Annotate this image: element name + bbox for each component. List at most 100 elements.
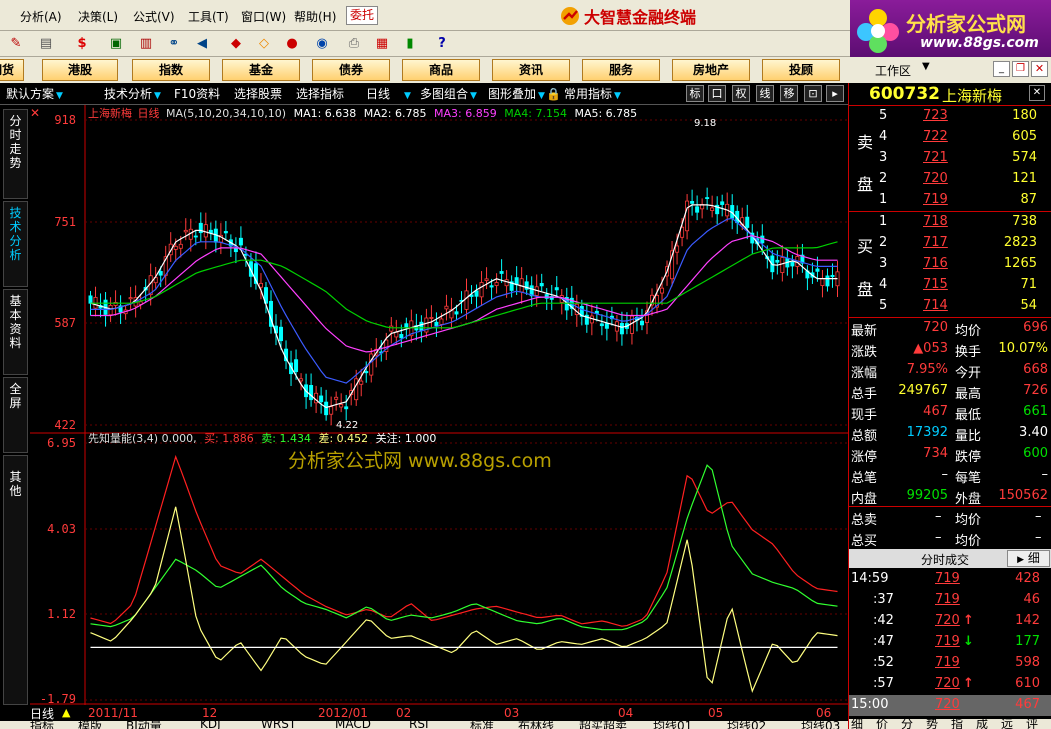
ask-level-row[interactable]: 2 720 121 — [849, 169, 1051, 190]
tick-row[interactable]: :37 719 46 — [849, 590, 1051, 611]
select-stock-button[interactable]: 选择股票 — [234, 85, 282, 103]
indicator-tab[interactable]: 指标 — [30, 721, 54, 729]
indicator-tab[interactable]: 布林线 — [518, 721, 554, 729]
ruler-icon[interactable]: ▤ — [36, 34, 56, 52]
market-tab-news[interactable]: 资讯 — [492, 59, 570, 81]
menu-item-decision[interactable]: 决策(L) — [78, 8, 118, 25]
scheme-default-button[interactable]: 默认方案 ▼ — [6, 85, 63, 103]
period-button[interactable]: 日线 ▼ — [366, 85, 411, 103]
quote-tab[interactable]: 势 — [926, 719, 938, 729]
market-tab-index[interactable]: 指数 — [132, 59, 210, 81]
common-indicator-button[interactable]: 常用指标 ▼ — [564, 85, 621, 103]
menu-item-formula[interactable]: 公式(V) — [133, 8, 175, 25]
overlay-button[interactable]: 图形叠加 ▼ — [488, 85, 545, 103]
help-cursor-icon[interactable]: ? — [432, 34, 452, 52]
quote-tab[interactable]: 评 — [1026, 719, 1038, 729]
play-icon[interactable]: ▸ — [826, 85, 844, 102]
indicator-tab[interactable]: 均线01 — [653, 721, 692, 729]
window-icon[interactable]: ▦ — [372, 34, 392, 52]
quote-tab[interactable]: 分 — [901, 719, 913, 729]
indicator-tab[interactable]: KDJ — [200, 721, 221, 729]
workspace-label[interactable]: 工作区 — [875, 62, 911, 79]
globe-icon[interactable]: ◉ — [312, 34, 332, 52]
quote-tab[interactable]: 远 — [1001, 719, 1013, 729]
bid-level-row[interactable]: 4 715 71 — [849, 275, 1051, 296]
ask-level-row[interactable]: 3 721 574 — [849, 148, 1051, 169]
indicator-tab[interactable]: MACD — [335, 721, 371, 729]
f10-button[interactable]: F10资料 — [174, 85, 220, 103]
tick-row[interactable]: :47 719 ↓ 177 — [849, 632, 1051, 653]
mark-button[interactable]: 标 — [686, 85, 704, 102]
quote-tab[interactable]: 成 — [976, 719, 988, 729]
triangle-up-icon[interactable]: ▲ — [62, 706, 70, 719]
indicator-tab[interactable]: 均线03 — [801, 721, 840, 729]
market-tab-service[interactable]: 服务 — [582, 59, 660, 81]
close-icon[interactable]: ✕ — [1031, 61, 1048, 77]
quote-tab[interactable]: 指 — [951, 719, 963, 729]
money-icon[interactable]: ▣ — [106, 34, 126, 52]
indicator-tab[interactable]: WRST — [261, 721, 296, 729]
market-tab-bond[interactable]: 债券 — [312, 59, 390, 81]
workspace-dropdown-icon[interactable]: ▼ — [922, 61, 930, 72]
menu-item-analysis[interactable]: 分析(A) — [20, 8, 62, 25]
diamond-icon[interactable]: ◇ — [254, 34, 274, 52]
menu-item-tools[interactable]: 工具(T) — [188, 8, 229, 25]
tech-analysis-button[interactable]: 技术分析 ▼ — [104, 85, 161, 103]
dollar-icon[interactable]: $ — [72, 34, 92, 52]
market-tab-advisor[interactable]: 投顾 — [762, 59, 840, 81]
multi-chart-button[interactable]: 多图组合 ▼ — [420, 85, 477, 103]
chart-close-icon[interactable]: ✕ — [30, 106, 40, 120]
ticks-detail-button[interactable]: ▶ 细 — [1007, 550, 1050, 567]
tick-row[interactable]: :52 719 598 — [849, 653, 1051, 674]
indicator-tab[interactable]: 超买超卖 — [579, 721, 627, 729]
tick-row[interactable]: :57 720 ↑ 610 — [849, 674, 1051, 695]
market-tab-hk[interactable]: 港股 — [42, 59, 118, 81]
quote-tab[interactable]: 细 — [851, 719, 863, 729]
side-tab-technical[interactable]: 技术分析 — [3, 201, 28, 287]
lips-icon[interactable]: ● — [282, 34, 302, 52]
market-tab-commodity[interactable]: 商品 — [402, 59, 480, 81]
alert-icon[interactable]: ◆ — [226, 34, 246, 52]
bid-level-row[interactable]: 2 717 2823 — [849, 233, 1051, 254]
tick-row[interactable]: :42 720 ↑ 142 — [849, 611, 1051, 632]
select-indicator-button[interactable]: 选择指标 — [296, 85, 344, 103]
indicator-tab[interactable]: 均线02 — [727, 721, 766, 729]
restore-icon[interactable]: ❐ — [1012, 61, 1029, 77]
side-tab-fundamental[interactable]: 基本资料 — [3, 289, 28, 375]
menu-item-window[interactable]: 窗口(W) — [241, 8, 286, 25]
panel-close-icon[interactable]: ✕ — [1029, 85, 1045, 101]
menu-item-help[interactable]: 帮助(H) — [294, 8, 336, 25]
quote-tab[interactable]: 价 — [876, 719, 888, 729]
side-tab-intraday[interactable]: 分时走势 — [3, 109, 28, 199]
line-button[interactable]: 线 — [756, 85, 774, 102]
box-button[interactable]: 口 — [708, 85, 726, 102]
bid-level-row[interactable]: 5 714 54 — [849, 296, 1051, 317]
rights-button[interactable]: 权 — [732, 85, 750, 102]
market-tab-fund[interactable]: 基金 — [222, 59, 300, 81]
indicator-tab[interactable]: BJ动量 — [126, 721, 162, 729]
bid-level-row[interactable]: 3 716 1265 — [849, 254, 1051, 275]
entrust-button[interactable]: 委托 — [346, 6, 379, 25]
binoculars-icon[interactable]: ⚭ — [164, 34, 184, 52]
zoom-icon[interactable]: ⊡ — [804, 85, 822, 102]
market-tab-realestate[interactable]: 房地产 — [672, 59, 750, 81]
lock-icon[interactable]: 🔒 — [546, 85, 561, 103]
ask-level-row[interactable]: 5 723 180 — [849, 106, 1051, 127]
move-button[interactable]: 移 — [780, 85, 798, 102]
indicator-tab[interactable]: RSI — [409, 721, 429, 729]
bid-level-row[interactable]: 1 718 738 — [849, 212, 1051, 233]
stock-chart[interactable]: 918 751 587 422 6.95 4.03 1.12 -1.79 ✕ 上… — [30, 105, 848, 705]
side-tab-fullscreen[interactable]: 全屏 — [3, 377, 28, 453]
pen-icon[interactable]: ✎ — [6, 34, 26, 52]
side-tab-other[interactable]: 其他 — [3, 455, 28, 705]
bar-chart-icon[interactable]: ▥ — [136, 34, 156, 52]
tick-row[interactable]: 14:59 719 428 — [849, 569, 1051, 590]
indicator-tab[interactable]: 模版 — [78, 721, 102, 729]
minimize-icon[interactable]: _ — [993, 61, 1010, 77]
market-tab-futures[interactable]: 期货 — [0, 59, 24, 81]
ask-level-row[interactable]: 1 719 87 — [849, 190, 1051, 211]
print-icon[interactable]: ⎙ — [344, 34, 364, 52]
indicator-tab[interactable]: 标准 — [470, 721, 494, 729]
books-icon[interactable]: ▮ — [400, 34, 420, 52]
tick-row[interactable]: 15:00 720 467 — [849, 695, 1051, 716]
